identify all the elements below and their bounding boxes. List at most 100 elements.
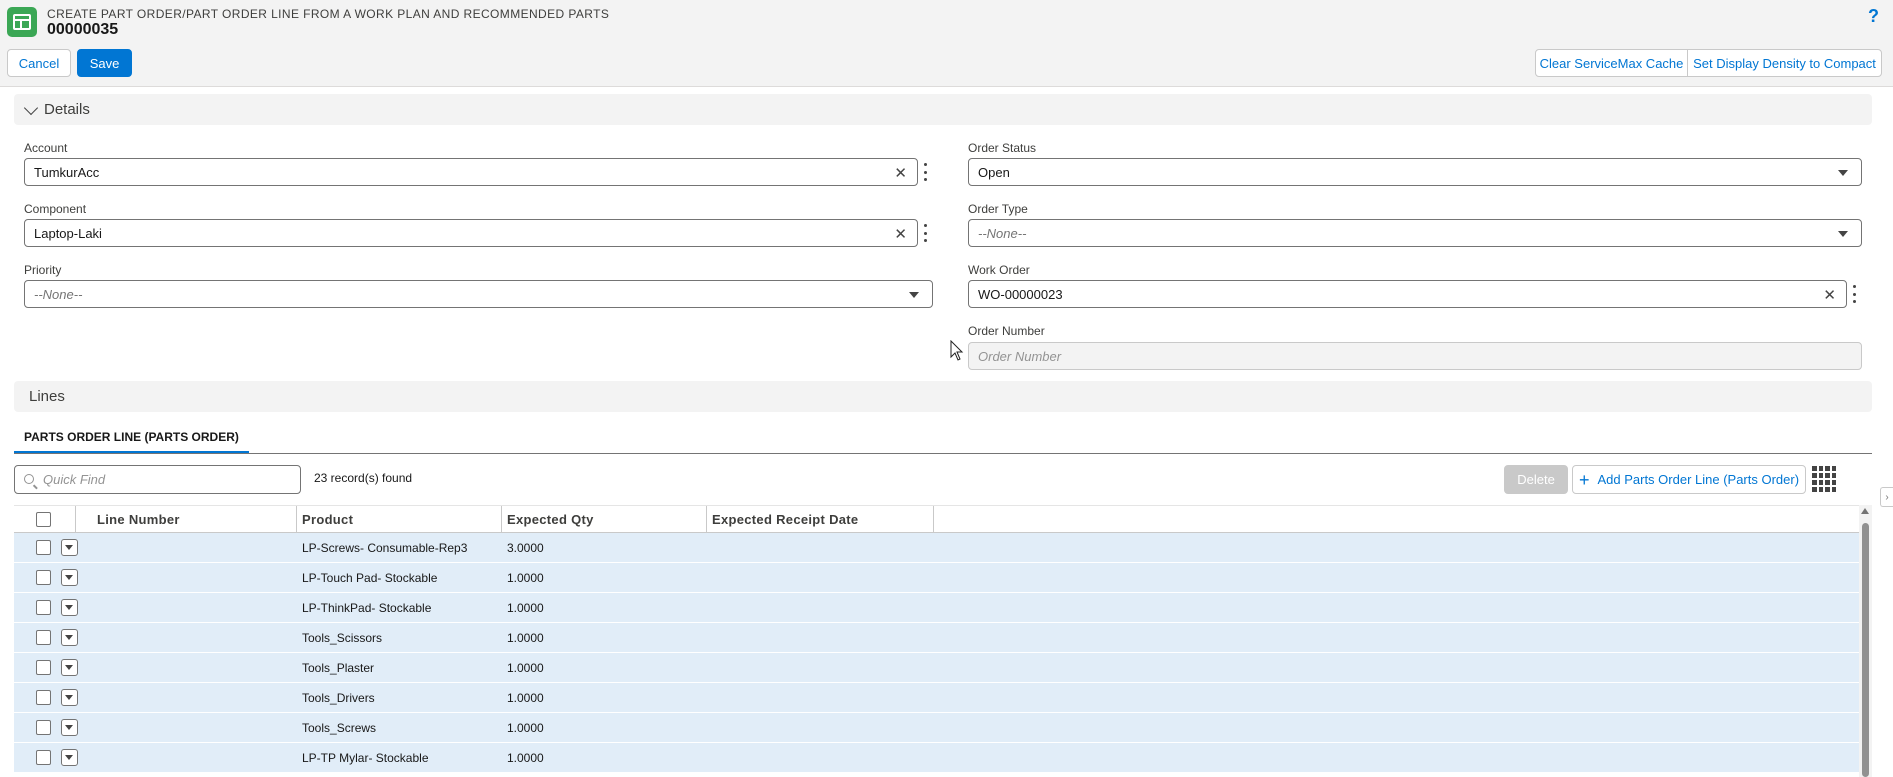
row-actions-icon[interactable] xyxy=(61,569,78,586)
column-header-product[interactable]: Product xyxy=(297,506,502,533)
priority-select[interactable]: --None-- xyxy=(24,280,933,308)
display-density-button[interactable]: Set Display Density to Compact xyxy=(1687,49,1882,77)
table-row[interactable]: LP-TP Mylar- Stockable 1.0000 xyxy=(14,743,1859,773)
table-row[interactable]: Tools_Screws 1.0000 xyxy=(14,713,1859,743)
component-label: Component xyxy=(24,202,87,216)
add-parts-order-line-button[interactable]: + Add Parts Order Line (Parts Order) xyxy=(1572,465,1806,494)
row-checkbox[interactable] xyxy=(36,720,51,735)
quick-find-input[interactable]: Quick Find xyxy=(14,465,301,494)
order-status-select[interactable]: Open xyxy=(968,158,1862,186)
details-section-header[interactable]: Details xyxy=(14,94,1872,125)
table-row[interactable]: Tools_Plaster 1.0000 xyxy=(14,653,1859,683)
table-header: Line Number Product Expected Qty Expecte… xyxy=(14,505,1859,533)
row-actions-icon[interactable] xyxy=(61,689,78,706)
page-subtitle: CREATE PART ORDER/PART ORDER LINE FROM A… xyxy=(47,7,610,21)
cell-expected-receipt-date xyxy=(707,683,934,712)
cell-line-number xyxy=(92,533,297,562)
row-actions-icon[interactable] xyxy=(61,749,78,766)
cell-product: Tools_Plaster xyxy=(302,660,375,675)
cell-expected-qty: 1.0000 xyxy=(507,660,544,675)
parts-order-line-table: Line Number Product Expected Qty Expecte… xyxy=(14,505,1859,777)
tab-divider xyxy=(14,453,1872,454)
lines-section-label: Lines xyxy=(29,388,65,405)
lines-section-header: Lines xyxy=(14,381,1872,412)
order-status-label: Order Status xyxy=(968,141,1037,155)
column-header-expected-receipt-date[interactable]: Expected Receipt Date xyxy=(707,506,934,533)
table-row[interactable]: Tools_Drivers 1.0000 xyxy=(14,683,1859,713)
delete-button[interactable]: Delete xyxy=(1504,465,1568,494)
priority-label: Priority xyxy=(24,263,62,277)
column-header-line-number[interactable]: Line Number xyxy=(92,506,297,533)
cell-expected-qty: 3.0000 xyxy=(507,540,544,555)
cell-line-number xyxy=(92,713,297,742)
component-field[interactable]: Laptop-Laki ✕ xyxy=(24,219,918,247)
row-checkbox[interactable] xyxy=(36,570,51,585)
cell-expected-qty: 1.0000 xyxy=(507,630,544,645)
row-checkbox[interactable] xyxy=(36,690,51,705)
table-scrollbar[interactable] xyxy=(1859,505,1872,777)
row-actions-icon[interactable] xyxy=(61,539,78,556)
chevron-down-icon xyxy=(1838,231,1848,237)
side-panel-toggle-icon[interactable]: › xyxy=(1880,487,1893,507)
clear-cache-button[interactable]: Clear ServiceMax Cache xyxy=(1535,49,1688,77)
column-settings-icon[interactable] xyxy=(1812,466,1836,492)
cell-expected-qty: 1.0000 xyxy=(507,600,544,615)
table-row[interactable]: LP-ThinkPad- Stockable 1.0000 xyxy=(14,593,1859,623)
clear-account-icon[interactable]: ✕ xyxy=(894,164,907,182)
clear-component-icon[interactable]: ✕ xyxy=(894,225,907,243)
work-order-actions-icon[interactable] xyxy=(1852,285,1856,303)
cell-expected-receipt-date xyxy=(707,743,934,772)
cell-expected-qty: 1.0000 xyxy=(507,750,544,765)
account-field[interactable]: TumkurAcc ✕ xyxy=(24,158,918,186)
table-row[interactable]: LP-Touch Pad- Stockable 1.0000 xyxy=(14,563,1859,593)
chevron-down-icon xyxy=(23,100,39,115)
table-row[interactable]: LP-Screws- Consumable-Rep3 3.0000 xyxy=(14,533,1859,563)
scroll-up-icon[interactable] xyxy=(1861,508,1869,514)
row-actions-icon[interactable] xyxy=(61,599,78,616)
select-all-checkbox[interactable] xyxy=(36,512,51,527)
work-order-label: Work Order xyxy=(968,263,1030,277)
cell-line-number xyxy=(92,683,297,712)
clear-work-order-icon[interactable]: ✕ xyxy=(1823,286,1836,304)
account-actions-icon[interactable] xyxy=(923,163,927,181)
table-row[interactable]: Tools_Scissors 1.0000 xyxy=(14,623,1859,653)
save-button[interactable]: Save xyxy=(77,49,132,77)
row-actions-icon[interactable] xyxy=(61,719,78,736)
cell-expected-receipt-date xyxy=(707,563,934,592)
row-actions-icon[interactable] xyxy=(61,659,78,676)
order-type-select[interactable]: --None-- xyxy=(968,219,1862,247)
cancel-button[interactable]: Cancel xyxy=(7,49,71,77)
cell-expected-receipt-date xyxy=(707,593,934,622)
row-checkbox[interactable] xyxy=(36,660,51,675)
scroll-thumb[interactable] xyxy=(1862,523,1869,777)
order-number-field[interactable]: Order Number xyxy=(968,342,1862,370)
cell-expected-receipt-date xyxy=(707,623,934,652)
row-checkbox[interactable] xyxy=(36,540,51,555)
row-checkbox[interactable] xyxy=(36,750,51,765)
row-checkbox[interactable] xyxy=(36,630,51,645)
row-checkbox[interactable] xyxy=(36,600,51,615)
work-order-field[interactable]: WO-00000023 ✕ xyxy=(968,280,1847,308)
cell-product: LP-TP Mylar- Stockable xyxy=(302,750,429,765)
search-icon xyxy=(24,474,34,484)
cell-product: LP-ThinkPad- Stockable xyxy=(302,600,432,615)
tab-parts-order-line[interactable]: PARTS ORDER LINE (PARTS ORDER) xyxy=(14,422,249,454)
component-value: Laptop-Laki xyxy=(34,225,102,241)
chevron-down-icon xyxy=(909,292,919,298)
row-actions-icon[interactable] xyxy=(61,629,78,646)
cell-line-number xyxy=(92,653,297,682)
cell-line-number xyxy=(92,743,297,772)
cell-line-number xyxy=(92,593,297,622)
mouse-cursor-icon xyxy=(950,340,964,361)
column-header-expected-qty[interactable]: Expected Qty xyxy=(502,506,707,533)
order-type-label: Order Type xyxy=(968,202,1028,216)
account-value: TumkurAcc xyxy=(34,164,100,180)
order-type-value: --None-- xyxy=(978,225,1027,241)
component-actions-icon[interactable] xyxy=(923,224,927,242)
cell-expected-receipt-date xyxy=(707,653,934,682)
priority-value: --None-- xyxy=(34,286,83,302)
cell-product: LP-Screws- Consumable-Rep3 xyxy=(302,540,468,555)
help-icon[interactable]: ? xyxy=(1868,6,1879,27)
cell-line-number xyxy=(92,563,297,592)
cell-expected-receipt-date xyxy=(707,533,934,562)
